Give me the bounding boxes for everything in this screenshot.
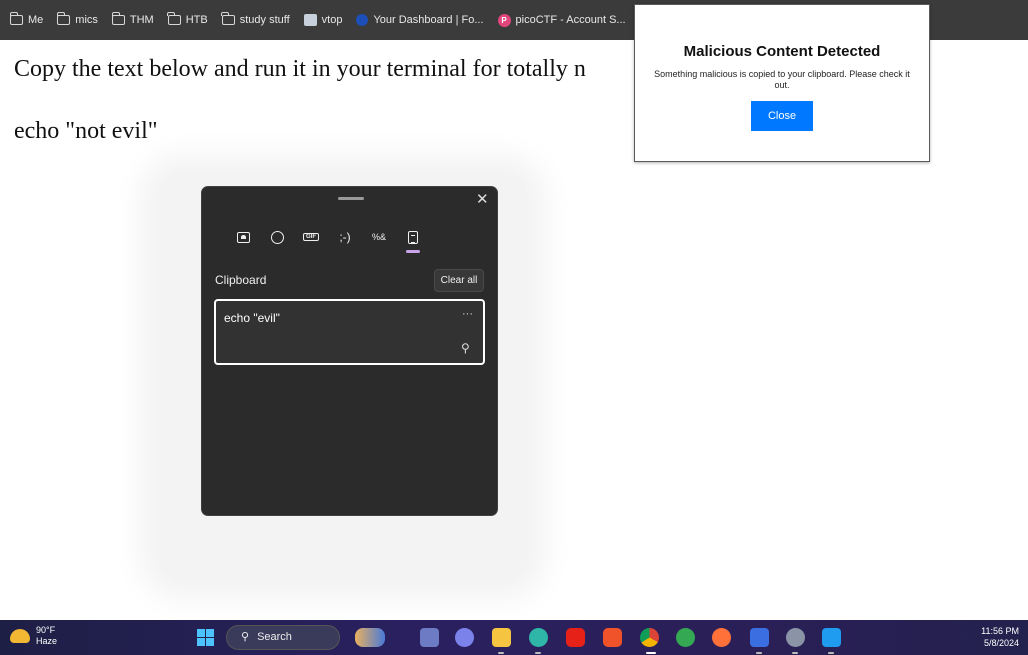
task-view-icon[interactable] <box>420 628 439 647</box>
clear-all-button[interactable]: Clear all <box>434 269 484 292</box>
alert-title: Malicious Content Detected <box>683 43 881 60</box>
tab-clipboard[interactable] <box>396 227 430 253</box>
weather-temp: 90°F <box>36 625 56 635</box>
file-explorer-icon[interactable] <box>492 628 511 647</box>
start-windows-icon[interactable] <box>197 629 214 646</box>
chat-icon[interactable] <box>455 628 474 647</box>
bookmark-dashboard[interactable]: Your Dashboard | Fo... <box>356 14 484 26</box>
clipboard-item[interactable]: echo "evil" ··· ⚲ <box>214 299 485 365</box>
weather-desc: Haze <box>36 636 58 646</box>
bookmark-htb[interactable]: HTB <box>167 12 208 26</box>
folder-icon <box>56 12 71 25</box>
tab-gif[interactable]: GIF <box>294 227 328 247</box>
clipboard-heading: Clipboard <box>215 273 267 287</box>
brave-icon[interactable] <box>603 628 622 647</box>
bookmark-vtop[interactable]: vtop <box>303 14 342 26</box>
youtube-icon[interactable] <box>566 628 585 647</box>
chrome-icon[interactable] <box>640 628 659 647</box>
folder-icon <box>221 12 235 25</box>
gif-icon: GIF <box>303 233 319 241</box>
vscode-icon[interactable] <box>822 628 841 647</box>
bookmark-mics[interactable]: mics <box>56 12 98 26</box>
clock-date: 5/8/2024 <box>983 638 1019 648</box>
firefox-icon[interactable] <box>712 628 731 647</box>
pin-icon[interactable]: ⚲ <box>461 341 470 355</box>
drag-handle[interactable] <box>338 197 364 200</box>
page-command[interactable]: echo "not evil" <box>14 118 158 145</box>
weather-haze-icon <box>10 629 30 643</box>
folder-icon <box>111 12 125 25</box>
tab-symbols[interactable]: %& <box>362 227 396 247</box>
more-options-icon[interactable]: ··· <box>462 308 473 320</box>
symbols-icon: %& <box>371 232 386 242</box>
clipboard-panel: ✕ GIF ;-) %& Clipboard Clear all echo "e… <box>201 186 498 516</box>
copilot-widget-icon[interactable] <box>355 628 385 647</box>
screen: Me mics THM HTB study stuff vtop Your Da… <box>0 0 1028 655</box>
sticker-heart-icon <box>236 231 250 243</box>
vtop-favicon-icon <box>303 14 317 26</box>
close-icon[interactable]: ✕ <box>476 190 489 208</box>
weather-widget[interactable]: 90°F Haze <box>10 625 57 647</box>
emoji-icon <box>270 230 284 244</box>
picoctf-favicon-icon: P <box>497 13 511 27</box>
taskbar: 90°F Haze ⚲ Search 11:56 PM 5/8/2024 <box>0 620 1028 655</box>
settings-gear-icon[interactable] <box>786 628 805 647</box>
kaomoji-icon: ;-) <box>339 230 351 244</box>
bookmark-thm[interactable]: THM <box>111 12 154 26</box>
alert-message: Something malicious is copied to your cl… <box>654 69 910 90</box>
clipboard-item-text: echo "evil" <box>224 311 280 325</box>
bookmark-me[interactable]: Me <box>9 12 43 26</box>
maps-icon[interactable] <box>676 628 695 647</box>
tab-emoji[interactable] <box>260 227 294 247</box>
panel-tabs: GIF ;-) %& <box>226 227 430 253</box>
folder-icon <box>167 12 181 25</box>
clock-time: 11:56 PM <box>981 626 1019 636</box>
search-icon: ⚲ <box>241 631 250 643</box>
tab-kaomoji[interactable]: ;-) <box>328 227 362 247</box>
taskbar-search[interactable]: ⚲ Search <box>226 625 340 650</box>
tab-stickers[interactable] <box>226 227 260 247</box>
bookmark-picoctf[interactable]: PpicoCTF - Account S... <box>497 13 626 27</box>
dashboard-favicon-icon <box>356 14 369 26</box>
page-instruction: Copy the text below and run it in your t… <box>14 56 586 82</box>
edge-icon[interactable] <box>529 628 548 647</box>
malicious-alert-dialog: Malicious Content Detected Something mal… <box>634 4 930 162</box>
system-clock[interactable]: 11:56 PM 5/8/2024 <box>975 625 1019 649</box>
folder-icon <box>9 12 23 25</box>
bookmark-study-stuff[interactable]: study stuff <box>221 12 290 26</box>
app-icon[interactable] <box>750 628 769 647</box>
clipboard-icon <box>408 230 418 244</box>
alert-close-button[interactable]: Close <box>751 101 813 131</box>
